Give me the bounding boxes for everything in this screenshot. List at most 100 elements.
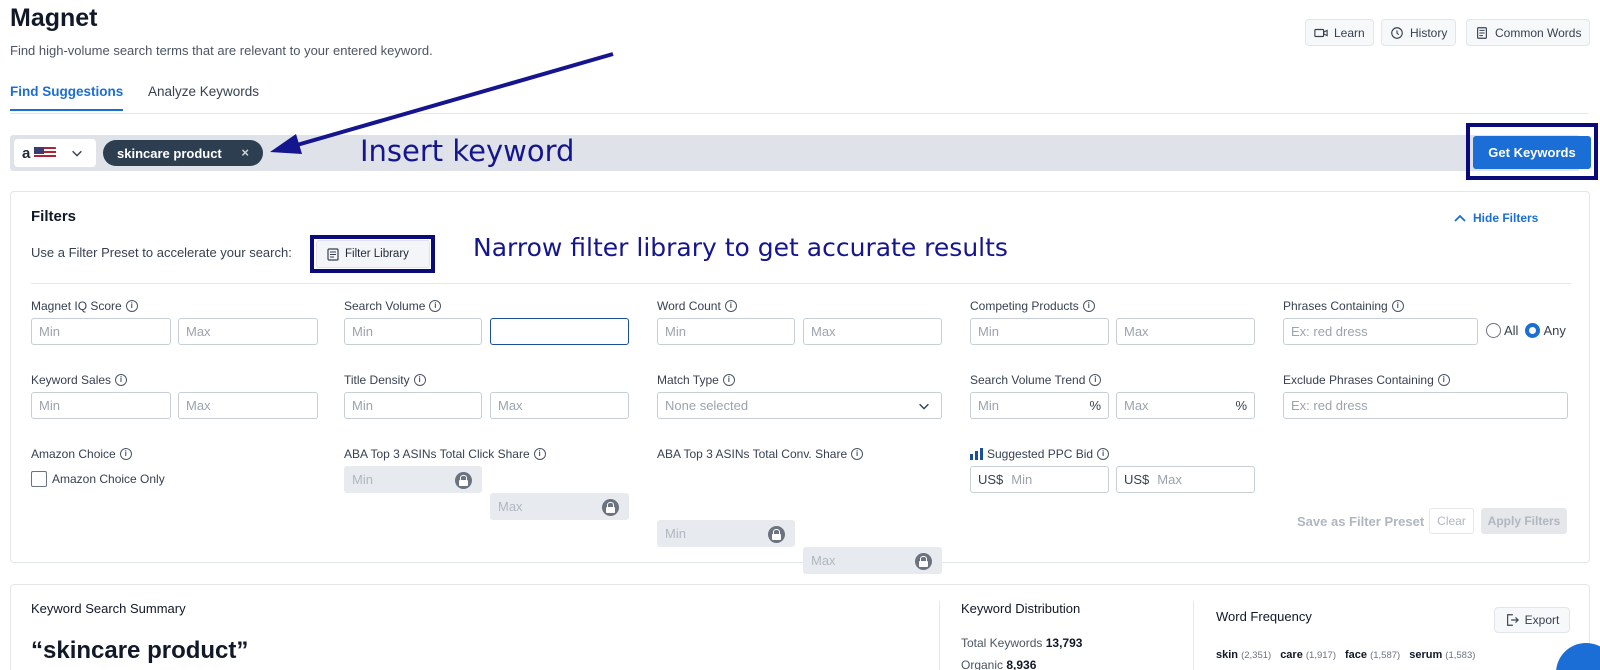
book-icon: [327, 247, 339, 261]
bar-chart-icon: [970, 448, 983, 460]
aba-click-share-label: ABA Top 3 ASINs Total Click Share i: [344, 447, 546, 461]
search-volume-trend-label: Search Volume Trend i: [970, 373, 1102, 387]
list-item: skin (2,351): [1216, 649, 1272, 661]
clear-button[interactable]: Clear: [1429, 508, 1474, 534]
lock-icon: [602, 499, 619, 516]
annotation-insert-keyword: Insert keyword: [360, 134, 575, 168]
keyword-chip[interactable]: skincare product ×: [103, 140, 263, 166]
aba-conv-min: Min: [657, 520, 795, 547]
title-density-label: Title Density i: [344, 373, 426, 387]
phrases-containing-label: Phrases Containing i: [1283, 299, 1404, 313]
radio-any[interactable]: [1525, 323, 1541, 338]
competing-products-max[interactable]: Max: [1116, 318, 1255, 345]
organic-row: Organic 8,936: [961, 658, 1037, 670]
word-frequency-title: Word Frequency: [1216, 609, 1312, 624]
search-volume-max[interactable]: [490, 318, 629, 345]
amazon-logo-icon: a: [22, 144, 31, 162]
info-icon: i: [119, 448, 132, 460]
tab-analyze-keywords[interactable]: Analyze Keywords: [148, 84, 259, 109]
exclude-phrases-input[interactable]: Ex: red dress: [1283, 392, 1568, 419]
currency-prefix: US$: [978, 472, 1004, 487]
word-count-label: Word Count i: [657, 299, 737, 313]
info-icon: i: [533, 448, 546, 460]
lock-icon: [455, 472, 472, 489]
currency-prefix: US$: [1124, 472, 1150, 487]
phrases-containing-input[interactable]: Ex: red dress: [1283, 318, 1478, 345]
match-type-value: None selected: [665, 398, 749, 413]
get-keywords-button[interactable]: Get Keywords: [1473, 136, 1591, 169]
keyword-sales-min[interactable]: Min: [31, 392, 171, 419]
chevron-up-icon: [1454, 214, 1466, 222]
amazon-choice-checkbox[interactable]: [31, 471, 47, 487]
history-label: History: [1410, 25, 1448, 40]
summary-title: Keyword Search Summary: [31, 601, 186, 616]
keyword-distribution-title: Keyword Distribution: [961, 601, 1081, 616]
info-icon: i: [1082, 300, 1095, 312]
match-type-select[interactable]: None selected: [657, 392, 942, 419]
tab-bar: Find Suggestions Analyze Keywords: [10, 78, 1588, 114]
info-icon: i: [1097, 448, 1110, 460]
search-volume-label: Search Volume i: [344, 299, 442, 313]
ppc-bid-max[interactable]: US$ Max: [1116, 466, 1255, 493]
percent-suffix: %: [1235, 398, 1247, 413]
title-density-min[interactable]: Min: [344, 392, 482, 419]
info-icon: i: [1089, 374, 1102, 386]
lock-icon: [768, 526, 785, 543]
title-density-max[interactable]: Max: [490, 392, 629, 419]
video-icon: [1314, 28, 1328, 37]
save-filter-preset-button[interactable]: Save as Filter Preset: [1297, 514, 1424, 529]
tab-find-suggestions[interactable]: Find Suggestions: [10, 84, 124, 111]
export-icon: [1506, 614, 1519, 626]
keyword-chip-label: skincare product: [117, 145, 222, 161]
magnet-iq-label: Magnet IQ Score i: [31, 299, 138, 313]
list-item: care (1,917): [1280, 649, 1336, 661]
search-volume-min[interactable]: Min: [344, 318, 482, 345]
us-flag-icon: [34, 147, 57, 159]
sv-trend-min[interactable]: Min%: [970, 392, 1109, 419]
radio-all[interactable]: [1486, 323, 1501, 338]
competing-products-min[interactable]: Min: [970, 318, 1109, 345]
marketplace-select[interactable]: a: [14, 139, 96, 167]
list-item: face (1,587): [1345, 649, 1401, 661]
word-frequency-list: skin (2,351) care (1,917) face (1,587) s…: [1216, 649, 1475, 661]
exclude-phrases-label: Exclude Phrases Containing i: [1283, 373, 1450, 387]
history-button[interactable]: History: [1381, 19, 1457, 46]
divider: [31, 283, 1571, 284]
amazon-choice-label: Amazon Choice i: [31, 447, 132, 461]
hide-filters-label: Hide Filters: [1473, 211, 1539, 225]
info-icon: i: [724, 300, 737, 312]
export-button[interactable]: Export: [1494, 607, 1570, 633]
sv-trend-max[interactable]: Max%: [1116, 392, 1255, 419]
common-words-label: Common Words: [1495, 25, 1582, 40]
filters-title: Filters: [31, 208, 77, 225]
common-words-button[interactable]: Common Words: [1466, 19, 1591, 46]
hide-filters-button[interactable]: Hide Filters: [1453, 211, 1538, 225]
close-icon[interactable]: ×: [241, 145, 249, 160]
radio-group: All Any: [1486, 323, 1566, 338]
amazon-choice-checkbox-row[interactable]: Amazon Choice Only: [31, 471, 165, 487]
apply-filters-button[interactable]: Apply Filters: [1481, 508, 1567, 534]
info-icon: i: [429, 300, 442, 312]
info-icon: i: [1437, 374, 1450, 386]
annotation-filter-library: Narrow filter library to get accurate re…: [473, 233, 1008, 262]
keyword-sales-max[interactable]: Max: [178, 392, 318, 419]
word-count-min[interactable]: Min: [657, 318, 795, 345]
competing-products-label: Competing Products i: [970, 299, 1095, 313]
info-icon: i: [413, 374, 426, 386]
divider: [1193, 601, 1194, 670]
filter-library-button[interactable]: Filter Library: [316, 240, 430, 268]
chevron-down-icon: [72, 150, 83, 157]
word-count-max[interactable]: Max: [803, 318, 942, 345]
info-icon: i: [851, 448, 864, 460]
chevron-down-icon: [919, 403, 929, 410]
preset-text: Use a Filter Preset to accelerate your s…: [31, 245, 292, 260]
learn-button[interactable]: Learn: [1305, 19, 1374, 46]
percent-suffix: %: [1089, 398, 1101, 413]
magnet-iq-min[interactable]: Min: [31, 318, 171, 345]
radio-all-label: All: [1504, 323, 1519, 338]
filter-library-label: Filter Library: [345, 248, 409, 260]
info-icon: i: [1391, 300, 1404, 312]
magnet-iq-max[interactable]: Max: [178, 318, 318, 345]
ppc-bid-min[interactable]: US$ Min: [970, 466, 1109, 493]
match-type-label: Match Type i: [657, 373, 735, 387]
